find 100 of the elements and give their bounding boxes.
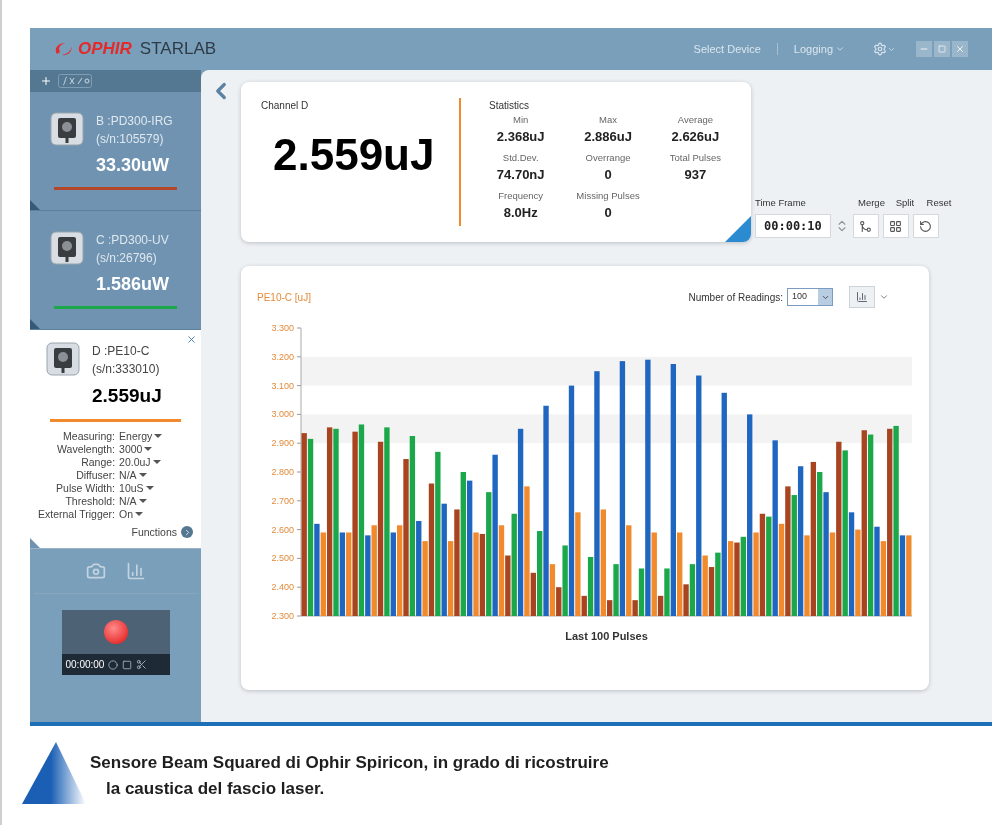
y-tick-label: 2.900 (271, 438, 294, 449)
time-frame-label: Time Frame (755, 195, 807, 210)
chart-title: PE10-C [uJ] (257, 290, 311, 305)
time-frame-field[interactable]: 00:00:10 (755, 214, 831, 238)
stat-value: 8.0Hz (503, 203, 538, 222)
x-axis-label: Last 100 Pulses (565, 630, 648, 642)
channel-title: Channel D (261, 99, 310, 113)
channel-name: B :PD300-IRG (96, 113, 173, 130)
setting-label: Pulse Width: (55, 481, 116, 495)
maximize-icon (938, 45, 946, 53)
report-icon[interactable] (125, 561, 146, 582)
y-tick-label: 2.300 (271, 611, 294, 621)
setting-dropdown[interactable]: 20.0uJ (119, 455, 193, 469)
plus-icon (40, 75, 52, 87)
stat-value: 937 (684, 166, 707, 184)
camera-icon[interactable] (85, 561, 106, 582)
caption-line: la caustica del fascio laser. (106, 777, 326, 800)
channel-serial: (s/n:333010) (92, 361, 161, 378)
tool-label: Reset (926, 195, 952, 210)
stat-value: 0 (604, 203, 612, 222)
logo-brand: OPHIR (78, 38, 132, 61)
corner-toggle-icon[interactable] (30, 538, 40, 549)
close-icon[interactable] (186, 334, 197, 345)
y-tick-label: 3.200 (271, 351, 294, 362)
sensor-icon (46, 342, 80, 376)
y-tick-label: 3.100 (271, 380, 294, 391)
math-functions-icon[interactable] (58, 74, 92, 88)
y-tick-label: 3.000 (271, 409, 294, 420)
settings-menu[interactable] (873, 42, 896, 56)
statistics-title: Statistics (489, 99, 530, 113)
bar-chart-icon (856, 291, 868, 303)
setting-dropdown[interactable]: Energy (119, 429, 193, 443)
readings-label: Number of Readings: (688, 290, 783, 305)
chart-type-button[interactable] (849, 286, 875, 308)
settings-icon (873, 42, 887, 56)
y-tick-label: 2.500 (271, 553, 294, 564)
split-icon (889, 219, 903, 233)
setting-dropdown[interactable]: 10uS (119, 481, 193, 495)
setting-label: Threshold: (64, 494, 116, 508)
caret-icon[interactable] (879, 292, 889, 302)
stat-value: 0 (604, 166, 612, 184)
channel-serial: (s/n:26796) (96, 250, 158, 267)
sensor-icon (50, 112, 84, 146)
merge-button[interactable] (852, 214, 879, 238)
sensor-icon (50, 231, 84, 265)
channel-name: D :PE10-C (92, 343, 151, 360)
stat-label: Frequency (498, 188, 544, 203)
logo-swoosh-icon (54, 41, 74, 57)
setting-label: Diffuser: (75, 468, 116, 482)
record-time: 00:00:00 (65, 658, 105, 673)
merge-icon (859, 219, 873, 233)
minimize-button[interactable] (916, 41, 932, 57)
stat-label: Min (513, 113, 529, 127)
setting-label: External Trigger: (38, 507, 116, 521)
stat-value: 2.886uJ (584, 128, 632, 147)
y-tick-label: 2.400 (271, 582, 294, 593)
channel-card[interactable]: D :PE10-C (s/n:333010) 2.559uJ Measuring: Energy Wavelength: 3000 Range: 20.0uJ Diffuser: N/A Pulse Width: 10uS Threshold: N/A External Trigger: On Functions (30, 330, 201, 550)
setting-label: Measuring: (62, 429, 116, 443)
y-tick-label: 3.300 (271, 323, 294, 333)
stat-value: 2.368uJ (496, 128, 545, 147)
setting-dropdown[interactable]: N/A (119, 494, 193, 508)
triangle-marker-icon (22, 742, 86, 804)
record-mode-icon[interactable] (108, 659, 119, 670)
stat-label: Overrange (585, 150, 631, 165)
channel-name: C :PD300-UV (96, 232, 170, 249)
caret-icon (835, 44, 845, 54)
y-tick-label: 2.600 (271, 524, 294, 535)
tool-label: Merge (858, 195, 884, 210)
main-reading: 2.559uJ (273, 133, 436, 177)
close-icon (955, 44, 965, 54)
channel-serial: (s/n:105579) (96, 131, 165, 148)
y-tick-label: 2.700 (271, 495, 294, 506)
setting-dropdown[interactable]: 3000 (119, 442, 193, 456)
functions-button[interactable]: Functions (131, 524, 193, 541)
stat-value: 2.626uJ (671, 128, 720, 147)
close-button[interactable] (952, 41, 968, 57)
export-icon[interactable] (122, 659, 133, 670)
y-tick-label: 2.800 (271, 467, 294, 477)
reset-icon (919, 219, 933, 233)
stat-value: 74.70nJ (496, 166, 545, 184)
tools-icon[interactable] (136, 659, 148, 671)
setting-label: Range: (80, 455, 116, 469)
logo-product: STARLAB (139, 38, 217, 61)
setting-dropdown[interactable]: N/A (119, 468, 193, 482)
reset-button[interactable] (912, 214, 939, 238)
stat-label: Average (677, 113, 713, 127)
channel-reading: 2.559uJ (92, 384, 162, 408)
tool-label: Split (894, 195, 916, 210)
readings-dropdown[interactable]: 100 (787, 288, 833, 306)
split-button[interactable] (882, 214, 909, 238)
stat-label: Missing Pulses (576, 188, 640, 203)
stat-label: Max (599, 113, 617, 127)
stat-label: Std.Dev. (502, 150, 539, 165)
record-button[interactable] (103, 620, 128, 645)
channel-reading: 33.30uW (96, 154, 171, 177)
setting-label: Wavelength: (56, 442, 116, 456)
setting-dropdown[interactable]: On (119, 507, 193, 521)
channel-reading: 1.586uW (96, 273, 170, 296)
caption-line: Sensore Beam Squared di Ophir Spiricon, in grado di ricostruire (90, 752, 609, 774)
stat-label: Total Pulses (669, 150, 721, 165)
